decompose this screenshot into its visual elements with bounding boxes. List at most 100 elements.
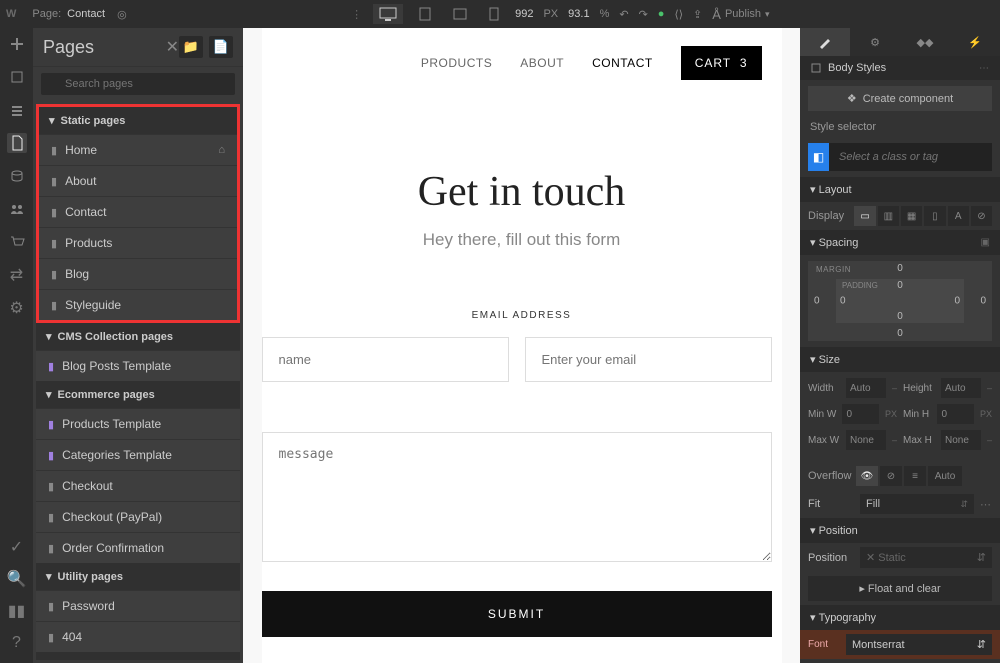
publish-button[interactable]: ÅPublish▾ (712, 7, 769, 22)
display-inline-icon[interactable]: A (948, 206, 969, 226)
more-icon[interactable]: ⋯ (980, 498, 992, 511)
height-input[interactable]: Auto (941, 378, 981, 398)
page-item-404[interactable]: ▮404 (36, 621, 240, 652)
page-item-about[interactable]: ▮About (39, 165, 237, 196)
page-item-categories-template[interactable]: ▮Categories Template (36, 439, 240, 470)
spacing-editor[interactable]: MARGIN 0 0 0 0 PADDING 0 0 0 0 (808, 261, 992, 341)
page-subheading[interactable]: Hey there, fill out this form (262, 230, 782, 250)
page-heading[interactable]: Get in touch (262, 168, 782, 216)
swap-icon[interactable]: ⇄ (7, 265, 27, 285)
webflow-logo-icon[interactable]: W (6, 8, 16, 20)
width-input[interactable]: Auto (846, 378, 886, 398)
settings-icon[interactable]: ⚙ (7, 298, 27, 318)
group-user-pages[interactable]: ▾User pages (36, 652, 240, 663)
cart-icon[interactable] (7, 232, 27, 252)
display-inline-block-icon[interactable]: ▯ (924, 206, 945, 226)
help-icon[interactable]: ? (7, 633, 27, 653)
selector-icon[interactable]: ◧ (808, 143, 829, 171)
tab-style-icon[interactable] (800, 28, 850, 56)
font-select[interactable]: Montserrat⇵ (846, 634, 992, 655)
float-clear-button[interactable]: ▸ Float and clear (808, 576, 992, 601)
database-icon[interactable] (7, 166, 27, 186)
home-icon: ⌂ (218, 144, 225, 156)
device-desktop-icon[interactable] (373, 4, 403, 24)
section-typography[interactable]: ▾ Typography (800, 605, 1000, 630)
display-flex-icon[interactable]: ▥ (878, 206, 899, 226)
nav-products[interactable]: PRODUCTS (421, 56, 492, 70)
page-item-products-template[interactable]: ▮Products Template (36, 408, 240, 439)
group-utility-pages[interactable]: ▾Utility pages (36, 563, 240, 590)
maxw-input[interactable]: None (846, 430, 886, 450)
name-input[interactable] (262, 337, 509, 382)
page-item-products[interactable]: ▮Products (39, 227, 237, 258)
display-block-icon[interactable]: ▭ (854, 206, 875, 226)
group-ecom-pages[interactable]: ▾Ecommerce pages (36, 381, 240, 408)
page-item-password[interactable]: ▮Password (36, 590, 240, 621)
video-icon[interactable]: ▮▮ (7, 601, 27, 621)
new-page-icon[interactable]: 📄 (209, 36, 233, 58)
minw-input[interactable]: 0 (842, 404, 878, 424)
group-static-pages[interactable]: ▾Static pages (39, 107, 237, 134)
submit-button[interactable]: SUBMIT (262, 591, 772, 637)
pages-icon[interactable] (7, 133, 27, 153)
overflow-auto-button[interactable]: Auto (928, 466, 962, 486)
section-position[interactable]: ▾ Position (800, 518, 1000, 543)
page-item-order-confirmation[interactable]: ▮Order Confirmation (36, 532, 240, 563)
fit-select[interactable]: Fill⇵ (860, 494, 974, 514)
page-item-checkout[interactable]: ▮Checkout (36, 470, 240, 501)
page-item-blog-template[interactable]: ▮Blog Posts Template (36, 350, 240, 381)
create-component-button[interactable]: ❖ Create component (808, 86, 992, 111)
nav-contact[interactable]: CONTACT (592, 56, 653, 70)
maxh-input[interactable]: None (941, 430, 981, 450)
section-spacing[interactable]: ▾ Spacing▣ (800, 230, 1000, 255)
section-size[interactable]: ▾ Size (800, 347, 1000, 372)
page-item-blog[interactable]: ▮Blog (39, 258, 237, 289)
page-preview[interactable]: PRODUCTS ABOUT CONTACT CART 3 Get in tou… (262, 28, 782, 663)
redo-icon[interactable]: ↷ (639, 8, 648, 21)
new-folder-icon[interactable]: 📁 (179, 36, 203, 58)
users-icon[interactable] (7, 199, 27, 219)
tab-settings-icon[interactable]: ⚙ (850, 28, 900, 56)
device-mobile-icon[interactable] (483, 4, 505, 24)
nav-cart[interactable]: CART 3 (681, 46, 762, 80)
page-item-styleguide[interactable]: ▮Styleguide (39, 289, 237, 320)
add-icon[interactable] (7, 34, 27, 54)
expand-icon[interactable]: ▣ (981, 237, 990, 248)
search-icon[interactable]: 🔍 (7, 569, 27, 589)
page-name[interactable]: Contact (67, 8, 105, 20)
email-input[interactable] (525, 337, 772, 382)
overflow-visible-icon[interactable]: 👁 (856, 466, 878, 486)
list-icon[interactable] (7, 100, 27, 120)
class-selector-input[interactable] (829, 143, 992, 171)
display-none-icon[interactable]: ⊘ (971, 206, 992, 226)
page-item-contact[interactable]: ▮Contact (39, 196, 237, 227)
section-layout[interactable]: ▾ Layout (800, 177, 1000, 202)
device-tablet-landscape-icon[interactable] (447, 5, 473, 23)
overflow-scroll-icon[interactable]: ≡ (904, 466, 926, 486)
page-item-checkout-paypal[interactable]: ▮Checkout (PayPal) (36, 501, 240, 532)
more-icon[interactable]: ⋯ (979, 63, 990, 74)
email-label[interactable]: EMAIL ADDRESS (262, 310, 782, 321)
page-item-home[interactable]: ▮Home⌂ (39, 134, 237, 165)
box-icon[interactable] (7, 67, 27, 87)
close-icon[interactable]: ✕ (166, 37, 179, 57)
position-select[interactable]: ✕ Static⇵ (860, 547, 992, 568)
code-icon[interactable]: ⟨⟩ (674, 8, 683, 21)
nav-about[interactable]: ABOUT (520, 56, 564, 70)
device-tablet-icon[interactable] (413, 4, 437, 24)
pages-search-input[interactable] (41, 73, 235, 95)
message-textarea[interactable] (262, 432, 772, 562)
check-icon[interactable]: ✓ (7, 537, 27, 557)
eye-icon[interactable]: ◎ (117, 8, 127, 21)
minh-input[interactable]: 0 (937, 404, 973, 424)
display-grid-icon[interactable]: ▦ (901, 206, 922, 226)
undo-icon[interactable]: ↶ (619, 8, 628, 21)
body-styles-header[interactable]: Body Styles ⋯ (800, 56, 1000, 80)
group-cms-pages[interactable]: ▾CMS Collection pages (36, 323, 240, 350)
tab-effects-icon[interactable]: ◆◆ (900, 28, 950, 56)
overflow-hidden-icon[interactable]: ⊘ (880, 466, 902, 486)
export-icon[interactable]: ⇪ (693, 8, 702, 21)
more-icon[interactable]: ⋮ (351, 8, 363, 21)
status-ok-icon[interactable]: ● (658, 8, 665, 20)
tab-interactions-icon[interactable]: ⚡ (950, 28, 1000, 56)
